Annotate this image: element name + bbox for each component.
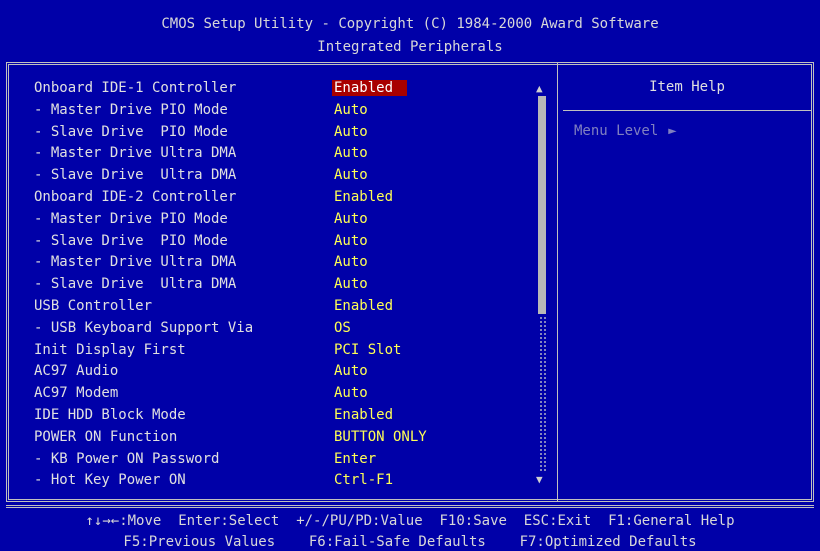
setting-value[interactable]: Auto — [334, 234, 368, 248]
scroll-down-icon[interactable]: ▼ — [536, 474, 543, 485]
setting-label[interactable]: - USB Keyboard Support Via — [34, 321, 253, 335]
setting-label[interactable]: POWER ON Function — [34, 430, 177, 444]
setting-label[interactable]: - Master Drive Ultra DMA — [34, 146, 236, 160]
setting-label[interactable]: - Slave Drive Ultra DMA — [34, 168, 236, 182]
menu-level: Menu Level ► — [574, 124, 677, 138]
title-bar: CMOS Setup Utility - Copyright (C) 1984-… — [0, 0, 820, 62]
setting-label[interactable]: - Master Drive Ultra DMA — [34, 255, 236, 269]
key-help-line-1: ↑↓→←:Move Enter:Select +/-/PU/PD:Value F… — [85, 513, 735, 529]
setting-value[interactable]: Auto — [334, 103, 368, 117]
setting-value[interactable]: BUTTON ONLY — [334, 430, 427, 444]
setting-value[interactable]: Auto — [334, 386, 368, 400]
footer-border — [6, 505, 814, 508]
scroll-up-icon[interactable]: ▲ — [536, 83, 543, 94]
setting-label[interactable]: USB Controller — [34, 299, 152, 313]
setting-value[interactable]: Auto — [334, 146, 368, 160]
setting-label[interactable]: - Hot Key Power ON — [34, 473, 186, 487]
setting-value[interactable]: PCI Slot — [334, 343, 401, 357]
setting-value[interactable]: Enabled — [334, 190, 393, 204]
setting-label[interactable]: AC97 Modem — [34, 386, 118, 400]
setting-value[interactable]: Enabled — [334, 299, 393, 313]
setting-label[interactable]: Onboard IDE-1 Controller — [34, 81, 236, 95]
setting-value[interactable]: Auto — [334, 255, 368, 269]
setting-value[interactable]: Auto — [334, 364, 368, 378]
setting-label[interactable]: - Slave Drive PIO Mode — [34, 125, 228, 139]
setting-value[interactable]: Auto — [334, 277, 368, 291]
scrollbar-thumb[interactable] — [538, 96, 546, 314]
setting-label[interactable]: - KB Power ON Password — [34, 452, 219, 466]
page-title: Integrated Peripherals — [317, 39, 503, 55]
key-help-line-2: F5:Previous Values F6:Fail-Safe Defaults… — [123, 534, 697, 550]
setting-value[interactable]: Auto — [334, 168, 368, 182]
setting-label[interactable]: Onboard IDE-2 Controller — [34, 190, 236, 204]
help-separator — [563, 110, 811, 111]
setting-value[interactable]: Enabled — [334, 408, 393, 422]
setting-label[interactable]: Init Display First — [34, 343, 186, 357]
menu-level-label: Menu Level — [574, 123, 659, 139]
setting-label[interactable]: - Slave Drive Ultra DMA — [34, 277, 236, 291]
setting-value[interactable]: OS — [334, 321, 351, 335]
setting-label[interactable]: AC97 Audio — [34, 364, 118, 378]
item-help-title: Item Help — [649, 79, 725, 95]
utility-title: CMOS Setup Utility - Copyright (C) 1984-… — [161, 16, 659, 32]
right-triangle-icon: ► — [668, 123, 677, 139]
scrollbar-track[interactable] — [539, 316, 546, 471]
setting-value[interactable]: Auto — [334, 125, 368, 139]
setting-value[interactable]: Enabled — [332, 80, 408, 96]
setting-label[interactable]: IDE HDD Block Mode — [34, 408, 186, 422]
setting-label[interactable]: - Slave Drive PIO Mode — [34, 234, 228, 248]
setting-label[interactable]: - Master Drive PIO Mode — [34, 103, 228, 117]
panel-divider — [557, 62, 558, 502]
setting-value[interactable]: Ctrl-F1 — [334, 473, 393, 487]
setting-value[interactable]: Auto — [334, 212, 368, 226]
setting-label[interactable]: - Master Drive PIO Mode — [34, 212, 228, 226]
setting-value[interactable]: Enter — [334, 452, 376, 466]
